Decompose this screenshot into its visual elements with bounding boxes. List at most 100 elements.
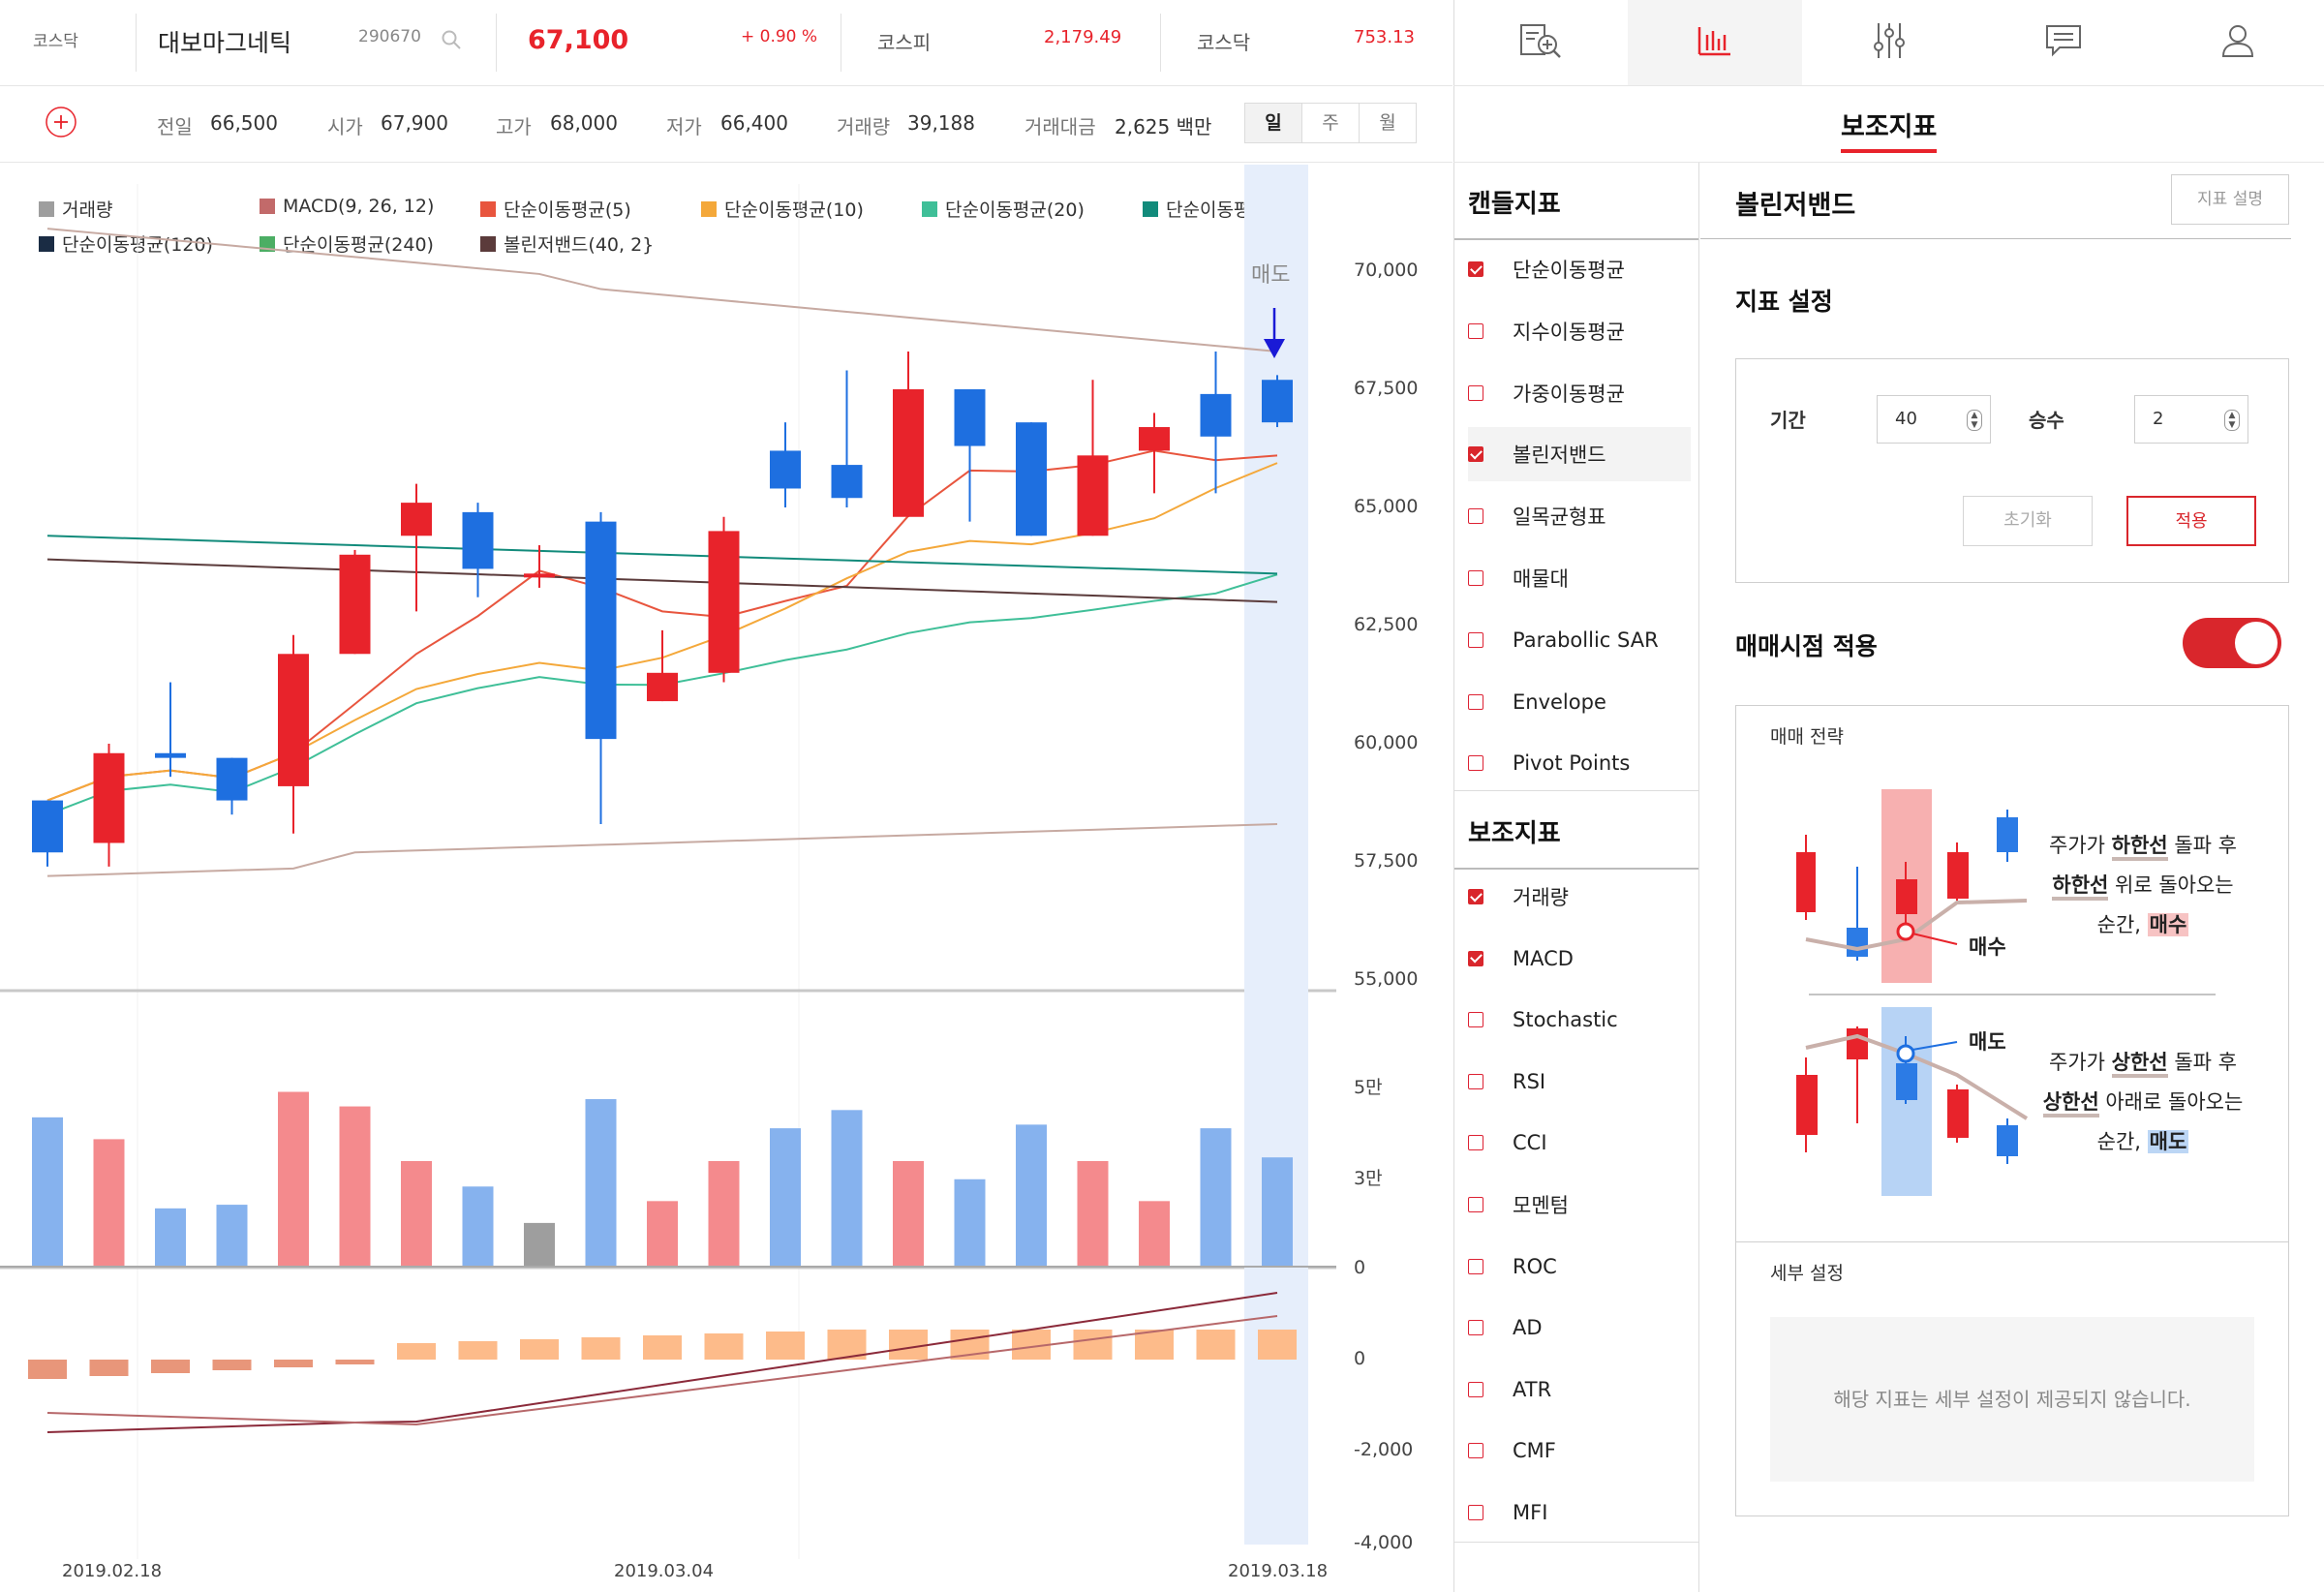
- aux-item[interactable]: 모멘텀: [1468, 1178, 1691, 1232]
- candle-item[interactable]: 매물대: [1468, 551, 1691, 605]
- divider: [1454, 238, 1698, 240]
- sliders-icon: [1872, 21, 1907, 64]
- candle-item[interactable]: Parabollic SAR: [1468, 613, 1691, 667]
- candle-item[interactable]: 가중이동평균: [1468, 366, 1691, 420]
- apply-button[interactable]: 적용: [2126, 496, 2256, 546]
- candle-label: 가중이동평균: [1513, 382, 1625, 406]
- aux-item[interactable]: MFI: [1468, 1485, 1691, 1540]
- aux-item[interactable]: Stochastic: [1468, 993, 1691, 1047]
- candle: [462, 511, 494, 569]
- aux-checkbox[interactable]: [1468, 1381, 1483, 1397]
- aux-item[interactable]: 거래량: [1468, 870, 1691, 924]
- price-tick: 57,500: [1354, 850, 1419, 872]
- period-month-tab[interactable]: 월: [1359, 103, 1417, 143]
- indicator-desc-button[interactable]: 지표 설명: [2171, 174, 2289, 225]
- candle-checkbox[interactable]: [1468, 508, 1483, 525]
- candle-checkbox[interactable]: [1468, 322, 1483, 339]
- aux-item[interactable]: AD: [1468, 1301, 1691, 1355]
- divider: [1454, 1542, 1698, 1543]
- aux-checkbox[interactable]: [1468, 950, 1483, 966]
- candle-item[interactable]: Envelope: [1468, 675, 1691, 729]
- search-icon[interactable]: [441, 29, 462, 54]
- trade-signal-toggle[interactable]: [2183, 618, 2281, 668]
- candle-checkbox[interactable]: [1468, 693, 1483, 710]
- aux-checkbox[interactable]: [1468, 1073, 1483, 1089]
- aux-label: ATR: [1513, 1377, 1552, 1401]
- aux-checkbox[interactable]: [1468, 1443, 1483, 1459]
- aux-checkbox[interactable]: [1468, 1135, 1483, 1151]
- bollinger-upper-line: [46, 228, 1278, 352]
- stepper-arrows-icon[interactable]: ▲ ▼: [1967, 410, 1982, 431]
- aux-checkbox[interactable]: [1468, 1012, 1483, 1028]
- period-day-tab[interactable]: 일: [1244, 103, 1302, 143]
- candle-checkbox[interactable]: [1468, 384, 1483, 401]
- index1-value: 2,179.49: [1044, 27, 1122, 47]
- candle-item[interactable]: Pivot Points: [1468, 736, 1691, 790]
- volume-bar: [401, 1160, 432, 1267]
- macd-tick: -4,000: [1354, 1532, 1414, 1553]
- volume-bar: [1200, 1128, 1232, 1267]
- candle-checkbox[interactable]: [1468, 261, 1483, 277]
- add-icon[interactable]: [45, 106, 77, 142]
- aux-item[interactable]: ATR: [1468, 1362, 1691, 1417]
- price-tick: 60,000: [1354, 732, 1419, 753]
- aux-item[interactable]: ROC: [1468, 1240, 1691, 1294]
- price-change: + 0.90 %: [741, 27, 818, 46]
- period-stepper[interactable]: 40 ▲ ▼: [1877, 395, 1991, 444]
- user-icon: [2220, 23, 2255, 62]
- candle-label: Envelope: [1513, 689, 1606, 714]
- candle-checkbox[interactable]: [1468, 631, 1483, 648]
- aux-item[interactable]: RSI: [1468, 1055, 1691, 1109]
- amount-value: 2,625 백만: [1115, 115, 1212, 138]
- volume-bar: [462, 1186, 494, 1267]
- candle-checkbox[interactable]: [1468, 755, 1483, 772]
- buy-strategy-text: 주가가 하한선 돌파 후 하한선 위로 돌아오는 순간, 매수: [2049, 834, 2237, 936]
- detail-title: 볼린저밴드: [1735, 191, 1856, 221]
- candle-item[interactable]: 단순이동평균: [1468, 242, 1691, 296]
- aux-checkbox[interactable]: [1468, 1320, 1483, 1336]
- macd-histogram-bar: [704, 1333, 744, 1360]
- aux-checkbox[interactable]: [1468, 889, 1483, 904]
- stock-name[interactable]: 대보마그네틱: [158, 24, 291, 59]
- multiplier-label: 승수: [2029, 409, 2064, 432]
- volume-bar: [770, 1128, 801, 1267]
- aux-item[interactable]: CMF: [1468, 1424, 1691, 1478]
- macd-histogram-bar: [151, 1360, 190, 1373]
- candle-item[interactable]: 일목균형표: [1468, 489, 1691, 543]
- buy-marker-label: 매수: [1969, 935, 2006, 959]
- tab-settings[interactable]: [1802, 0, 1976, 85]
- aux-label: Stochastic: [1513, 1008, 1618, 1032]
- candle-item[interactable]: 지수이동평균: [1468, 304, 1691, 358]
- volume-bar: [1139, 1201, 1170, 1267]
- candle-item[interactable]: 볼린저밴드: [1468, 427, 1691, 482]
- volume-tick: 5만: [1354, 1077, 1383, 1098]
- macd-histogram-bar: [520, 1339, 559, 1360]
- reset-button[interactable]: 초기화: [1963, 496, 2093, 546]
- period-week-tab[interactable]: 주: [1301, 103, 1360, 143]
- aux-item[interactable]: MACD: [1468, 932, 1691, 986]
- tab-comment[interactable]: [1976, 0, 2151, 85]
- aux-checkbox[interactable]: [1468, 1197, 1483, 1212]
- candle-label: 볼린저밴드: [1513, 444, 1606, 468]
- candle-checkbox[interactable]: [1468, 570, 1483, 586]
- prev-label: 전일: [157, 115, 193, 138]
- stepper-arrows-icon[interactable]: ▲ ▼: [2224, 410, 2240, 431]
- index2-name: 코스닥: [1197, 31, 1251, 54]
- tab-indicator[interactable]: [1628, 0, 1802, 85]
- tab-search-chart[interactable]: [1453, 0, 1628, 85]
- candle-label: 일목균형표: [1513, 505, 1606, 530]
- volume-bar: [216, 1205, 248, 1267]
- ma60-line: [46, 535, 1278, 575]
- aux-checkbox[interactable]: [1468, 1505, 1483, 1520]
- candle-checkbox[interactable]: [1468, 446, 1483, 463]
- tab-user[interactable]: [2151, 0, 2324, 85]
- price-tick: 67,500: [1354, 378, 1419, 399]
- aux-checkbox[interactable]: [1468, 1258, 1483, 1274]
- volume-bar: [1262, 1157, 1293, 1267]
- divider: [136, 14, 137, 72]
- macd-histogram-bar: [1258, 1330, 1297, 1360]
- aux-item[interactable]: CCI: [1468, 1116, 1691, 1170]
- sell-marker-label: 매도: [1969, 1030, 2006, 1054]
- price-chart[interactable]: [0, 165, 1452, 1592]
- multiplier-stepper[interactable]: 2 ▲ ▼: [2134, 395, 2248, 444]
